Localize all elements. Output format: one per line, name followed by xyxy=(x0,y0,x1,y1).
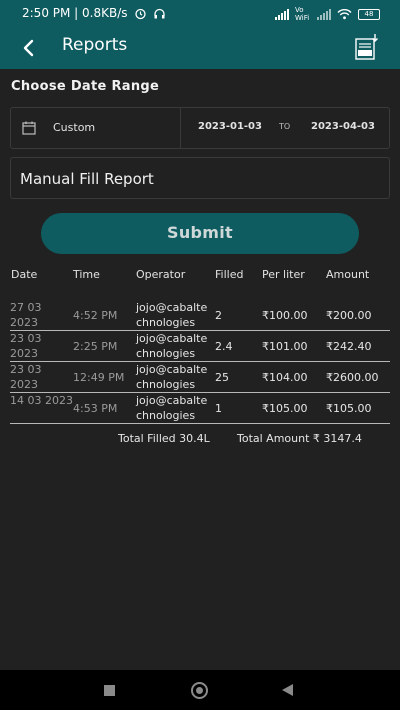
header-date: Date xyxy=(11,268,38,281)
row-filled: 2.4 xyxy=(215,340,233,353)
row-amount: ₹200.00 xyxy=(326,309,372,322)
row-filled: 2 xyxy=(215,309,222,322)
arrow-back-icon[interactable] xyxy=(18,37,40,59)
row-divider xyxy=(10,423,390,424)
total-filled: Total Filled 30.4L xyxy=(118,432,210,445)
row-date: 23 03 2023 xyxy=(10,332,42,360)
to-label: TO xyxy=(279,122,291,131)
header-operator: Operator xyxy=(136,268,186,281)
row-date: 23 03 2023 xyxy=(10,363,42,391)
row-amount: ₹2600.00 xyxy=(326,371,379,384)
status-left: 2:50 PM | 0.8KB/s xyxy=(22,6,166,20)
date-range-picker[interactable]: Custom 2023-01-03 TO 2023-04-03 xyxy=(10,107,390,149)
row-operator: jojo@cabaltechnologies xyxy=(136,301,208,329)
home-icon[interactable] xyxy=(191,682,208,699)
row-operator: jojo@cabaltechnologies xyxy=(136,332,208,360)
signal-icon xyxy=(275,8,289,20)
row-per-liter: ₹100.00 xyxy=(262,309,308,322)
signal-icon-2 xyxy=(317,8,331,20)
row-per-liter: ₹105.00 xyxy=(262,402,308,415)
row-filled: 25 xyxy=(215,371,229,384)
total-amount: Total Amount ₹ 3147.4 xyxy=(237,432,362,445)
app-bar: Reports xyxy=(0,28,400,69)
submit-button[interactable]: Submit xyxy=(41,213,359,254)
row-amount: ₹105.00 xyxy=(326,402,372,415)
row-operator: jojo@cabaltechnologies xyxy=(136,363,208,391)
date-range-type-label: Custom xyxy=(53,121,96,134)
row-time: 2:25 PM xyxy=(73,340,118,353)
row-operator: jojo@cabaltechnologies xyxy=(136,394,208,422)
table-row: 23 03 2023 12:49 PM jojo@cabaltechnologi… xyxy=(10,361,390,392)
row-time: 4:52 PM xyxy=(73,309,118,322)
calendar-icon xyxy=(22,121,36,135)
status-right: Vo WiFi 48 xyxy=(275,6,380,22)
row-time: 4:53 PM xyxy=(73,402,118,415)
table-row: 23 03 2023 2:25 PM jojo@cabaltechnologie… xyxy=(10,330,390,361)
vowifi-label: Vo WiFi xyxy=(295,6,310,22)
table-row: 27 03 2023 4:52 PM jojo@cabaltechnologie… xyxy=(10,299,390,330)
row-date: 14 03 2023 xyxy=(10,394,73,407)
row-date: 27 03 2023 xyxy=(10,301,42,329)
battery-icon: 48 xyxy=(358,8,380,20)
system-nav-bar xyxy=(0,670,400,710)
date-range-type-dropdown[interactable]: Custom xyxy=(11,108,181,148)
table-row: 14 03 2023 4:53 PM jojo@cabaltechnologie… xyxy=(10,392,390,423)
section-title: Choose Date Range xyxy=(11,79,160,94)
row-per-liter: ₹104.00 xyxy=(262,371,308,384)
to-date-field[interactable]: 2023-04-03 xyxy=(311,121,375,132)
row-time: 12:49 PM xyxy=(73,371,125,384)
status-bar: 2:50 PM | 0.8KB/s Vo WiFi 48 xyxy=(0,0,400,28)
headset-icon xyxy=(153,8,165,18)
row-amount: ₹242.40 xyxy=(326,340,372,353)
header-per-liter: Per liter xyxy=(262,268,305,281)
row-filled: 1 xyxy=(215,402,222,415)
row-per-liter: ₹101.00 xyxy=(262,340,308,353)
wifi-icon xyxy=(337,9,352,20)
report-type-dropdown[interactable]: Manual Fill Report xyxy=(10,157,390,199)
pdf-download-icon[interactable] xyxy=(354,33,380,61)
status-time-speed: 2:50 PM | 0.8KB/s xyxy=(22,6,128,20)
header-amount: Amount xyxy=(326,268,370,281)
recents-icon[interactable] xyxy=(104,685,115,696)
alarm-icon xyxy=(134,8,146,19)
page-title: Reports xyxy=(62,35,128,55)
nav-back-icon[interactable] xyxy=(282,684,293,696)
header-time: Time xyxy=(73,268,100,281)
from-date-field[interactable]: 2023-01-03 xyxy=(198,121,262,132)
header-filled: Filled xyxy=(215,268,244,281)
